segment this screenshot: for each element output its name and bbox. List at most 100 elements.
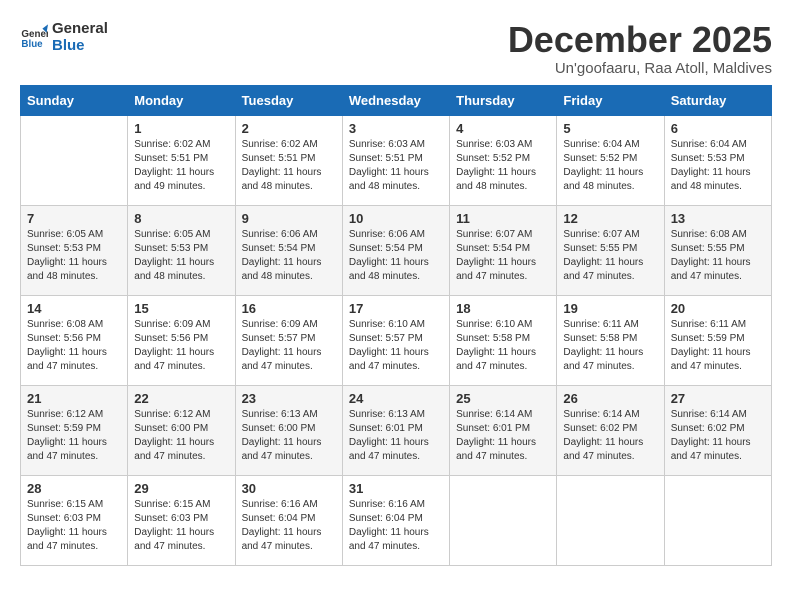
- header-tuesday: Tuesday: [235, 85, 342, 115]
- calendar-header-row: SundayMondayTuesdayWednesdayThursdayFrid…: [21, 85, 772, 115]
- day-cell: 5 Sunrise: 6:04 AMSunset: 5:52 PMDaylight…: [557, 115, 664, 205]
- header-wednesday: Wednesday: [342, 85, 449, 115]
- week-row-5: 28Sunrise: 6:15 AMSunset: 6:03 PMDayligh…: [21, 475, 772, 565]
- day-number: 13: [671, 211, 765, 226]
- day-number: 6: [671, 121, 765, 136]
- day-number: 16: [242, 301, 336, 316]
- day-info: Sunrise: 6:15 AMSunset: 6:03 PMDaylight:…: [27, 498, 121, 554]
- page-header: General Blue General Blue December 2025 …: [20, 20, 772, 77]
- week-row-1: 1 Sunrise: 6:02 AMSunset: 5:51 PMDaylight…: [21, 115, 772, 205]
- day-info: Sunrise: 6:11 AMSunset: 5:58 PMDaylight:…: [563, 318, 657, 374]
- day-info: Sunrise: 6:12 AMSunset: 6:00 PMDaylight:…: [134, 408, 228, 464]
- day-cell: 27 Sunrise: 6:14 AMSunset: 6:02 PMDayligh…: [664, 385, 771, 475]
- day-number: 24: [349, 391, 443, 406]
- day-info: Sunrise: 6:05 AMSunset: 5:53 PMDaylight:…: [27, 228, 121, 284]
- header-friday: Friday: [557, 85, 664, 115]
- day-cell: 10 Sunrise: 6:06 AMSunset: 5:54 PMDayligh…: [342, 205, 449, 295]
- day-info: Sunrise: 6:02 AMSunset: 5:51 PMDaylight:…: [242, 138, 336, 194]
- day-number: 21: [27, 391, 121, 406]
- day-info: Sunrise: 6:03 AMSunset: 5:51 PMDaylight:…: [349, 138, 443, 194]
- day-cell: 21 Sunrise: 6:12 AMSunset: 5:59 PMDayligh…: [21, 385, 128, 475]
- day-info: Sunrise: 6:05 AMSunset: 5:53 PMDaylight:…: [134, 228, 228, 284]
- day-info: Sunrise: 6:04 AMSunset: 5:52 PMDaylight:…: [563, 138, 657, 194]
- day-number: 18: [456, 301, 550, 316]
- day-number: 31: [349, 481, 443, 496]
- day-cell: 18 Sunrise: 6:10 AMSunset: 5:58 PMDayligh…: [450, 295, 557, 385]
- day-number: 1: [134, 121, 228, 136]
- day-cell: 2 Sunrise: 6:02 AMSunset: 5:51 PMDaylight…: [235, 115, 342, 205]
- day-cell: 20Sunrise: 6:11 AMSunset: 5:59 PMDayligh…: [664, 295, 771, 385]
- day-number: 10: [349, 211, 443, 226]
- day-info: Sunrise: 6:06 AMSunset: 5:54 PMDaylight:…: [242, 228, 336, 284]
- day-number: 3: [349, 121, 443, 136]
- location-subtitle: Un'goofaaru, Raa Atoll, Maldives: [508, 60, 772, 77]
- day-info: Sunrise: 6:02 AMSunset: 5:51 PMDaylight:…: [134, 138, 228, 194]
- day-info: Sunrise: 6:10 AMSunset: 5:58 PMDaylight:…: [456, 318, 550, 374]
- day-number: 29: [134, 481, 228, 496]
- logo-general: General: [52, 20, 108, 37]
- day-info: Sunrise: 6:13 AMSunset: 6:00 PMDaylight:…: [242, 408, 336, 464]
- day-cell: 3 Sunrise: 6:03 AMSunset: 5:51 PMDaylight…: [342, 115, 449, 205]
- logo-icon: General Blue: [20, 23, 48, 51]
- day-info: Sunrise: 6:09 AMSunset: 5:57 PMDaylight:…: [242, 318, 336, 374]
- day-cell: 28Sunrise: 6:15 AMSunset: 6:03 PMDayligh…: [21, 475, 128, 565]
- week-row-4: 21 Sunrise: 6:12 AMSunset: 5:59 PMDayligh…: [21, 385, 772, 475]
- day-info: Sunrise: 6:12 AMSunset: 5:59 PMDaylight:…: [27, 408, 121, 464]
- day-cell: 16 Sunrise: 6:09 AMSunset: 5:57 PMDayligh…: [235, 295, 342, 385]
- day-cell: 6 Sunrise: 6:04 AMSunset: 5:53 PMDaylight…: [664, 115, 771, 205]
- day-number: 19: [563, 301, 657, 316]
- day-info: Sunrise: 6:14 AMSunset: 6:02 PMDaylight:…: [671, 408, 765, 464]
- day-info: Sunrise: 6:03 AMSunset: 5:52 PMDaylight:…: [456, 138, 550, 194]
- day-cell: 4 Sunrise: 6:03 AMSunset: 5:52 PMDaylight…: [450, 115, 557, 205]
- day-cell: 24 Sunrise: 6:13 AMSunset: 6:01 PMDayligh…: [342, 385, 449, 475]
- day-info: Sunrise: 6:11 AMSunset: 5:59 PMDaylight:…: [671, 318, 765, 374]
- day-info: Sunrise: 6:13 AMSunset: 6:01 PMDaylight:…: [349, 408, 443, 464]
- day-number: 4: [456, 121, 550, 136]
- day-cell: 15 Sunrise: 6:09 AMSunset: 5:56 PMDayligh…: [128, 295, 235, 385]
- day-cell: 13 Sunrise: 6:08 AMSunset: 5:55 PMDayligh…: [664, 205, 771, 295]
- header-saturday: Saturday: [664, 85, 771, 115]
- day-info: Sunrise: 6:07 AMSunset: 5:54 PMDaylight:…: [456, 228, 550, 284]
- day-info: Sunrise: 6:10 AMSunset: 5:57 PMDaylight:…: [349, 318, 443, 374]
- day-info: Sunrise: 6:07 AMSunset: 5:55 PMDaylight:…: [563, 228, 657, 284]
- day-cell: 23Sunrise: 6:13 AMSunset: 6:00 PMDayligh…: [235, 385, 342, 475]
- day-cell: 25Sunrise: 6:14 AMSunset: 6:01 PMDayligh…: [450, 385, 557, 475]
- day-number: 15: [134, 301, 228, 316]
- day-cell: 9Sunrise: 6:06 AMSunset: 5:54 PMDaylight…: [235, 205, 342, 295]
- day-number: 17: [349, 301, 443, 316]
- header-thursday: Thursday: [450, 85, 557, 115]
- day-cell: 30 Sunrise: 6:16 AMSunset: 6:04 PMDayligh…: [235, 475, 342, 565]
- day-number: 12: [563, 211, 657, 226]
- day-cell: 22 Sunrise: 6:12 AMSunset: 6:00 PMDayligh…: [128, 385, 235, 475]
- day-cell: [450, 475, 557, 565]
- day-number: 2: [242, 121, 336, 136]
- day-number: 11: [456, 211, 550, 226]
- day-cell: 26Sunrise: 6:14 AMSunset: 6:02 PMDayligh…: [557, 385, 664, 475]
- day-cell: 8 Sunrise: 6:05 AMSunset: 5:53 PMDaylight…: [128, 205, 235, 295]
- day-info: Sunrise: 6:08 AMSunset: 5:56 PMDaylight:…: [27, 318, 121, 374]
- logo-blue: Blue: [52, 37, 108, 54]
- day-info: Sunrise: 6:14 AMSunset: 6:01 PMDaylight:…: [456, 408, 550, 464]
- day-cell: [557, 475, 664, 565]
- day-info: Sunrise: 6:16 AMSunset: 6:04 PMDaylight:…: [242, 498, 336, 554]
- day-number: 27: [671, 391, 765, 406]
- day-cell: 12 Sunrise: 6:07 AMSunset: 5:55 PMDayligh…: [557, 205, 664, 295]
- day-number: 22: [134, 391, 228, 406]
- day-info: Sunrise: 6:06 AMSunset: 5:54 PMDaylight:…: [349, 228, 443, 284]
- month-title: December 2025: [508, 20, 772, 60]
- day-info: Sunrise: 6:08 AMSunset: 5:55 PMDaylight:…: [671, 228, 765, 284]
- day-info: Sunrise: 6:15 AMSunset: 6:03 PMDaylight:…: [134, 498, 228, 554]
- title-block: December 2025 Un'goofaaru, Raa Atoll, Ma…: [508, 20, 772, 77]
- day-info: Sunrise: 6:14 AMSunset: 6:02 PMDaylight:…: [563, 408, 657, 464]
- day-info: Sunrise: 6:09 AMSunset: 5:56 PMDaylight:…: [134, 318, 228, 374]
- day-number: 8: [134, 211, 228, 226]
- day-cell: [664, 475, 771, 565]
- day-info: Sunrise: 6:04 AMSunset: 5:53 PMDaylight:…: [671, 138, 765, 194]
- day-number: 30: [242, 481, 336, 496]
- day-cell: 17 Sunrise: 6:10 AMSunset: 5:57 PMDayligh…: [342, 295, 449, 385]
- day-number: 5: [563, 121, 657, 136]
- day-info: Sunrise: 6:16 AMSunset: 6:04 PMDaylight:…: [349, 498, 443, 554]
- logo: General Blue General Blue: [20, 20, 108, 54]
- svg-text:Blue: Blue: [21, 39, 43, 50]
- header-sunday: Sunday: [21, 85, 128, 115]
